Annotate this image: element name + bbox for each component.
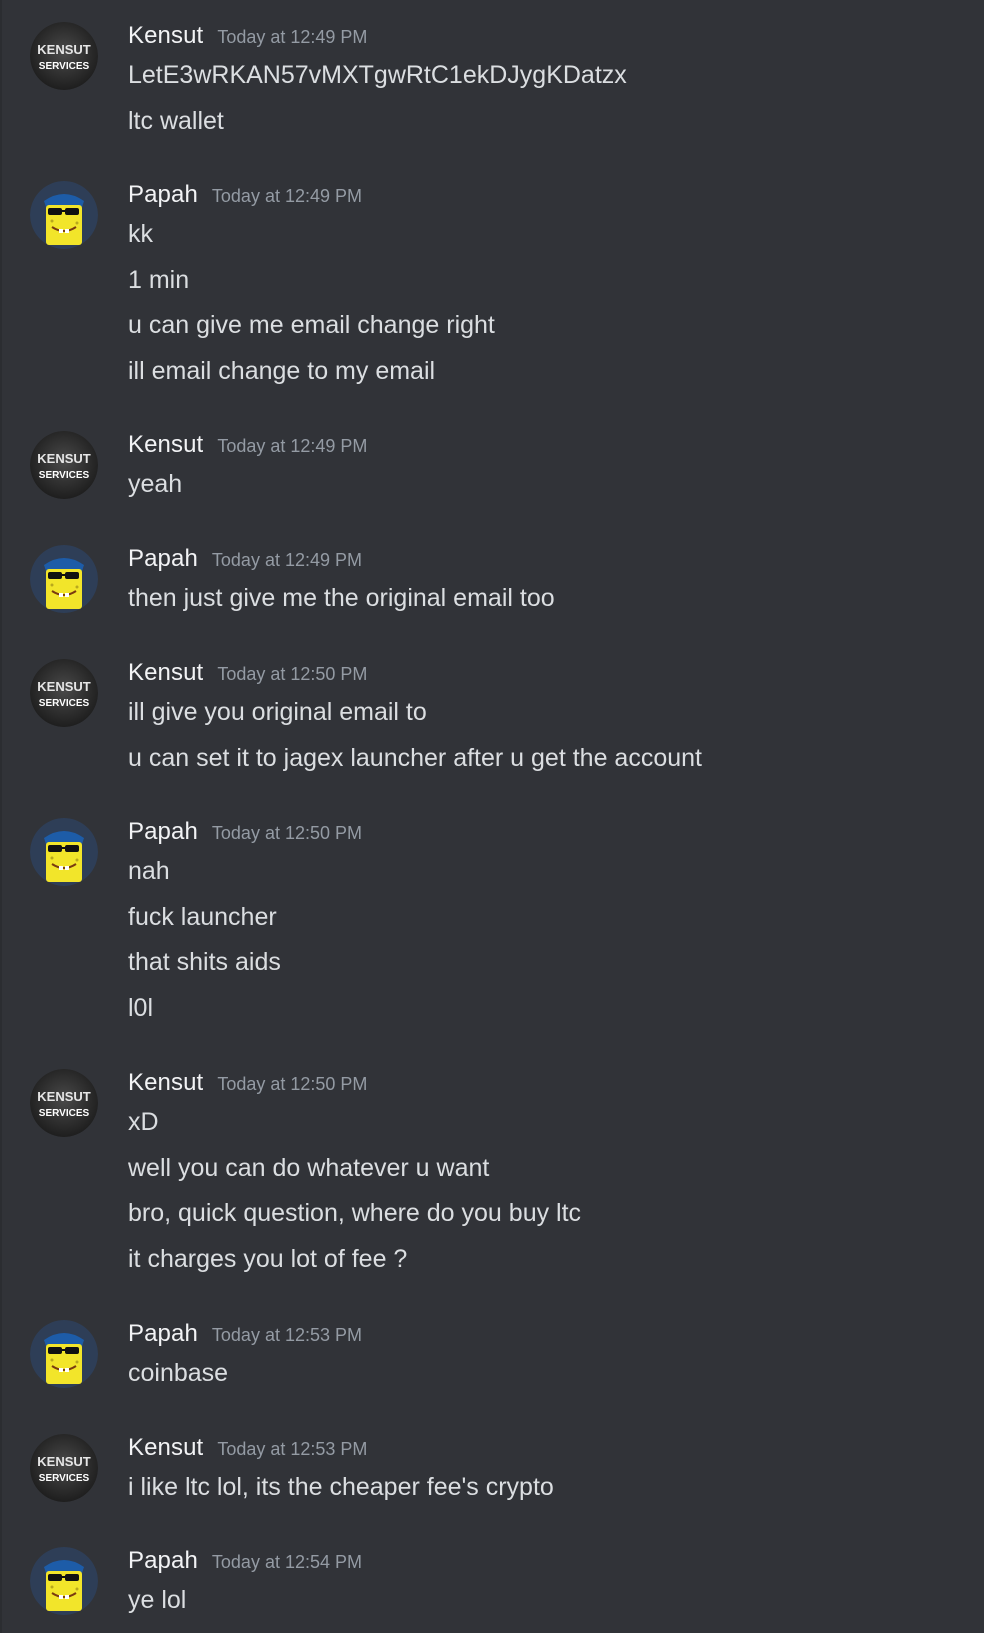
kensut-logo-icon: KENSUT SERVICES [30,431,98,499]
username[interactable]: Papah [128,181,198,209]
svg-text:SERVICES: SERVICES [39,61,90,72]
username[interactable]: Kensut [128,22,203,50]
spongebob-icon [30,181,98,249]
kensut-logo-icon: KENSUT SERVICES [30,1069,98,1137]
svg-text:KENSUT: KENSUT [37,42,91,57]
username[interactable]: Papah [128,545,198,573]
svg-text:SERVICES: SERVICES [39,698,90,709]
timestamp[interactable]: Today at 12:49 PM [212,550,362,571]
message-line: bro, quick question, where do you buy lt… [128,1199,582,1227]
username[interactable]: Kensut [128,1434,203,1462]
spongebob-icon [30,1320,98,1388]
avatar[interactable] [30,545,98,613]
username[interactable]: Kensut [128,659,203,687]
spongebob-icon [30,1547,98,1615]
svg-text:SERVICES: SERVICES [39,1473,90,1484]
kensut-logo-icon: KENSUT SERVICES [30,659,98,727]
avatar[interactable] [30,1320,98,1388]
message-line: ltc wallet [128,106,224,135]
timestamp[interactable]: Today at 12:49 PM [212,186,362,207]
svg-text:SERVICES: SERVICES [39,1108,90,1119]
username[interactable]: Kensut [128,1069,203,1097]
message-list: KENSUT SERVICES Kensut Today at 12:49 PM… [0,0,984,1633]
kensut-logo-icon: KENSUT SERVICES [30,1434,98,1502]
svg-text:SERVICES: SERVICES [39,470,90,481]
svg-text:KENSUT: KENSUT [37,451,91,466]
spongebob-icon [30,818,98,886]
message-line: i like ltc lol, its the cheaper fee's cr… [128,1473,554,1501]
timestamp[interactable]: Today at 12:50 PM [217,1074,367,1095]
message-line: it charges you lot of fee ? [128,1244,408,1273]
timestamp[interactable]: Today at 12:49 PM [217,436,367,457]
timestamp[interactable]: Today at 12:53 PM [217,1439,367,1460]
svg-text:KENSUT: KENSUT [37,679,91,694]
svg-text:KENSUT: KENSUT [37,1089,91,1104]
timestamp[interactable]: Today at 12:50 PM [217,664,367,685]
timestamp[interactable]: Today at 12:54 PM [212,1552,362,1573]
avatar[interactable]: KENSUT SERVICES [30,431,98,499]
avatar[interactable] [30,181,98,249]
message-line: nah [128,857,170,885]
message-line: 1 min [128,265,190,294]
message-line: ill email change to my email [128,356,436,385]
username[interactable]: Papah [128,1320,198,1348]
message-line: well you can do whatever u want [128,1153,490,1182]
message-line: LetE3wRKAN57vMXTgwRtC1ekDJygKDatzx [128,61,627,89]
timestamp[interactable]: Today at 12:50 PM [212,823,362,844]
avatar[interactable]: KENSUT SERVICES [30,1434,98,1502]
avatar[interactable]: KENSUT SERVICES [30,659,98,727]
avatar[interactable]: KENSUT SERVICES [30,1069,98,1137]
username[interactable]: Papah [128,1547,198,1575]
avatar[interactable] [30,818,98,886]
message-line: fuck launcher [128,902,277,931]
message-line: kk [128,220,153,248]
message-line: xD [128,1108,159,1136]
message-line: yeah [128,470,183,498]
kensut-logo-icon: KENSUT SERVICES [30,22,98,90]
message-line: u can set it to jagex launcher after u g… [128,743,702,772]
username[interactable]: Papah [128,818,198,846]
message-line: ill give you original email to [128,698,427,726]
spongebob-icon [30,545,98,613]
message-line: l0l [128,993,154,1022]
message-line: u can give me email change right [128,311,495,339]
timestamp[interactable]: Today at 12:49 PM [217,27,367,48]
avatar[interactable] [30,1547,98,1615]
avatar[interactable]: KENSUT SERVICES [30,22,98,90]
username[interactable]: Kensut [128,431,203,459]
message-line: that shits aids [128,948,281,976]
message-line: ye lol [128,1586,187,1614]
message-line: then just give me the original email too [128,584,555,612]
timestamp[interactable]: Today at 12:53 PM [212,1325,362,1346]
svg-text:KENSUT: KENSUT [37,1454,91,1469]
message-line: coinbase [128,1359,229,1387]
